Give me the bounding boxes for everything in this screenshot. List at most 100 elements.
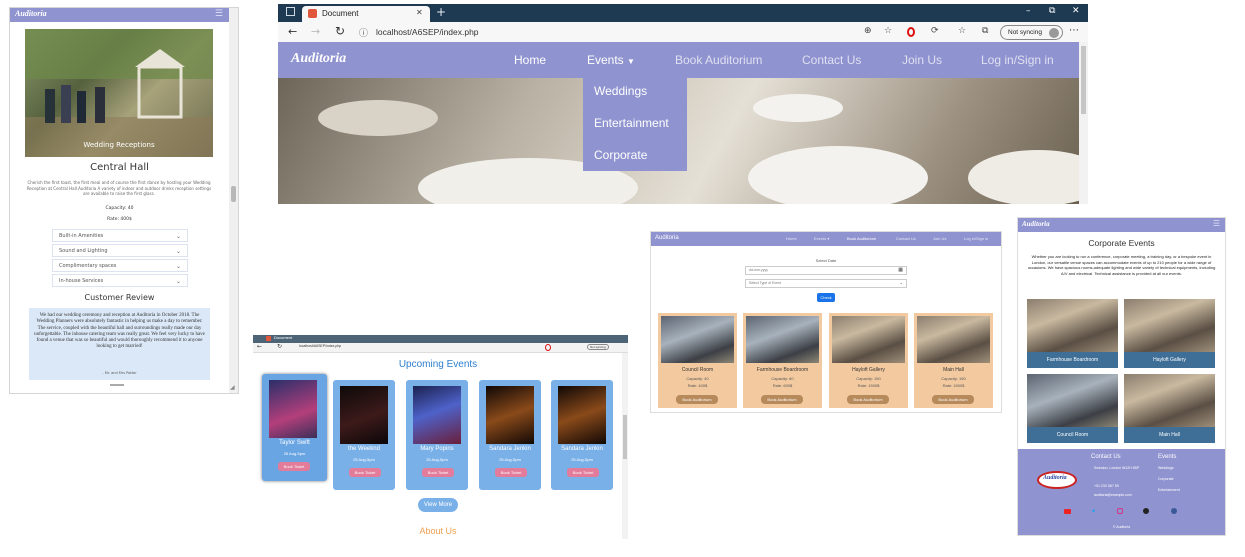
nav-events[interactable]: Events ▾ xyxy=(814,236,829,241)
nav-contact-us[interactable]: Contact Us xyxy=(802,53,861,67)
accordion-in-house-services[interactable]: In-house Services ⌄ xyxy=(52,274,188,287)
instagram-icon[interactable] xyxy=(1117,508,1123,514)
sync-label: Not syncing xyxy=(1008,29,1042,36)
url-field[interactable]: localhost/A6SEP/index.php xyxy=(376,27,479,37)
footer-phone: +91 23X 567 89 xyxy=(1094,484,1119,488)
extensions-icon[interactable]: ⟳ xyxy=(931,26,939,36)
favorite-icon[interactable]: ☆ xyxy=(884,26,892,36)
event-card[interactable]: Sandara Jenkin 25 Aug-5pm Book Ticket xyxy=(551,380,613,490)
event-card[interactable]: the Weeknd 25 Aug-5pm Book Ticket xyxy=(333,380,395,490)
accordion-complimentary-spaces[interactable]: Complimentary spaces ⌄ xyxy=(52,259,188,272)
opera-icon[interactable] xyxy=(907,27,915,37)
brand-logo[interactable]: Auditoria xyxy=(15,9,47,18)
close-window-icon[interactable]: ✕ xyxy=(1072,6,1080,16)
more-icon[interactable]: ⋯ xyxy=(1069,25,1079,36)
footer-link-corporate[interactable]: Corporate xyxy=(1158,477,1174,481)
refresh-icon[interactable]: ↻ xyxy=(335,24,345,38)
event-type-select[interactable]: Select Type of Event ⌄ xyxy=(745,279,907,288)
brand-logo[interactable]: Auditoria xyxy=(291,51,346,67)
back-icon[interactable]: ← xyxy=(288,25,297,38)
nav-login[interactable]: Log in/Sign in xyxy=(981,53,1054,67)
corporate-room-card[interactable]: Main Hall xyxy=(1124,374,1215,443)
title-bar: Document xyxy=(253,335,628,343)
youtube-icon[interactable] xyxy=(1064,509,1071,514)
dropdown-item-entertainment[interactable]: Entertainment xyxy=(583,107,687,139)
dropdown-item-corporate[interactable]: Corporate xyxy=(583,139,687,171)
event-name: Mary Popins xyxy=(420,446,454,452)
event-card[interactable]: Mary Popins 25 Aug-5pm Book Ticket xyxy=(406,380,468,490)
book-ticket-button[interactable]: Book Ticket xyxy=(422,468,454,477)
menu-icon[interactable]: ☰ xyxy=(215,9,223,19)
book-auditorium-button[interactable]: Book Auditorium xyxy=(847,395,889,404)
sync-label[interactable]: Not syncing xyxy=(587,344,609,350)
calendar-icon[interactable]: ▦ xyxy=(898,267,903,273)
nav-join-us[interactable]: Join Us xyxy=(933,236,946,241)
github-icon[interactable] xyxy=(1143,508,1149,514)
browser-tab[interactable]: Document ✕ xyxy=(302,6,430,22)
hall-hero-image: Wedding Receptions xyxy=(25,29,213,157)
tab-title[interactable]: Document xyxy=(274,335,292,340)
nav-home[interactable]: Home xyxy=(786,236,797,241)
footer-link-entertainment[interactable]: Entertainment xyxy=(1158,488,1180,492)
nav-book-auditorium[interactable]: Book Auditorium xyxy=(847,236,876,241)
menu-icon[interactable]: ☰ xyxy=(1213,219,1220,228)
book-auditorium-button[interactable]: Book Auditorium xyxy=(932,395,974,404)
date-input[interactable]: dd-mm-yyyy ▦ xyxy=(745,266,907,275)
scrollbar-track[interactable] xyxy=(229,8,238,393)
workspaces-icon[interactable] xyxy=(286,7,295,16)
refresh-icon[interactable]: ↻ xyxy=(277,343,282,350)
accordion-built-in-amenities[interactable]: Built-in Amenities ⌄ xyxy=(52,229,188,242)
event-card[interactable]: Taylor Swift 26 Aug-5pm Book Ticket xyxy=(262,374,327,481)
collections-icon[interactable]: ⧉ xyxy=(982,26,988,36)
nav-join-us[interactable]: Join Us xyxy=(902,53,942,67)
scrollbar-thumb[interactable] xyxy=(623,415,627,459)
back-icon[interactable]: ← xyxy=(257,343,262,350)
view-more-button[interactable]: View More xyxy=(418,498,458,512)
footer-logo[interactable]: Auditoria xyxy=(1037,471,1077,489)
book-ticket-button[interactable]: Book Ticket xyxy=(278,462,310,471)
scrollbar-track[interactable] xyxy=(622,353,628,539)
new-tab-icon[interactable]: + xyxy=(436,5,446,19)
book-ticket-button[interactable]: Book Ticket xyxy=(349,468,381,477)
collections-icon[interactable]: ☆ xyxy=(958,26,966,36)
book-auditorium-button[interactable]: Book Auditorium xyxy=(761,395,803,404)
minimize-icon[interactable]: – xyxy=(1026,6,1031,16)
brand-logo[interactable]: Auditoria xyxy=(1022,220,1050,228)
corporate-room-card[interactable]: Hayloft Gallery xyxy=(1124,299,1215,368)
corporate-room-card[interactable]: Farmhouse Boardroom xyxy=(1027,299,1118,368)
zoom-icon[interactable]: ⊕ xyxy=(864,26,872,36)
book-ticket-button[interactable]: Book Ticket xyxy=(495,468,527,477)
nav-login[interactable]: Log in/Sign in xyxy=(964,236,988,241)
event-card[interactable]: Sandara Jenkin 25 Aug-5pm Book Ticket xyxy=(479,380,541,490)
opera-icon[interactable] xyxy=(545,344,551,351)
scrollbar-track[interactable] xyxy=(1079,42,1088,204)
resize-handle-icon[interactable]: ◢ xyxy=(230,384,235,391)
footer-copyright: © Auditoria xyxy=(1112,525,1131,529)
dropdown-item-weddings[interactable]: Weddings xyxy=(583,75,687,107)
check-button[interactable]: Check xyxy=(817,293,835,302)
book-auditorium-button[interactable]: Book Auditorium xyxy=(676,395,718,404)
restore-icon[interactable]: ⧉ xyxy=(1049,6,1055,16)
footer-link-weddings[interactable]: Weddings xyxy=(1158,466,1174,470)
corporate-room-card[interactable]: Council Room xyxy=(1027,374,1118,443)
address-toolbar: ← ↻ localhost/A6SEP/index.php Not syncin… xyxy=(253,343,628,353)
brand-logo[interactable]: Auditoria xyxy=(655,235,679,241)
url-field[interactable]: localhost/A6SEP/index.php xyxy=(299,344,341,348)
room-rate: Rate: 600$ xyxy=(772,383,793,388)
scrollbar-thumb[interactable] xyxy=(1081,46,1086,114)
nav-home[interactable]: Home xyxy=(514,53,546,67)
nav-contact-us[interactable]: Contact Us xyxy=(896,236,916,241)
accordion-label: Complimentary spaces xyxy=(59,263,117,269)
twitter-icon[interactable]: ✦ xyxy=(1091,508,1096,515)
book-ticket-button[interactable]: Book Ticket xyxy=(567,468,599,477)
accordion-sound-and-lighting[interactable]: Sound and Lighting ⌄ xyxy=(52,244,188,257)
room-image xyxy=(661,316,734,363)
nav-events[interactable]: Events ▼ xyxy=(587,53,635,67)
profile-sync-button[interactable]: Not syncing xyxy=(1000,25,1063,40)
close-tab-icon[interactable]: ✕ xyxy=(416,8,423,17)
scrollbar-thumb[interactable] xyxy=(231,186,236,202)
nav-book-auditorium[interactable]: Book Auditorium xyxy=(675,53,762,67)
footer-email[interactable]: auditoria@example.com xyxy=(1094,493,1132,497)
facebook-icon[interactable] xyxy=(1171,508,1177,514)
info-icon[interactable]: ⓘ xyxy=(359,26,368,39)
